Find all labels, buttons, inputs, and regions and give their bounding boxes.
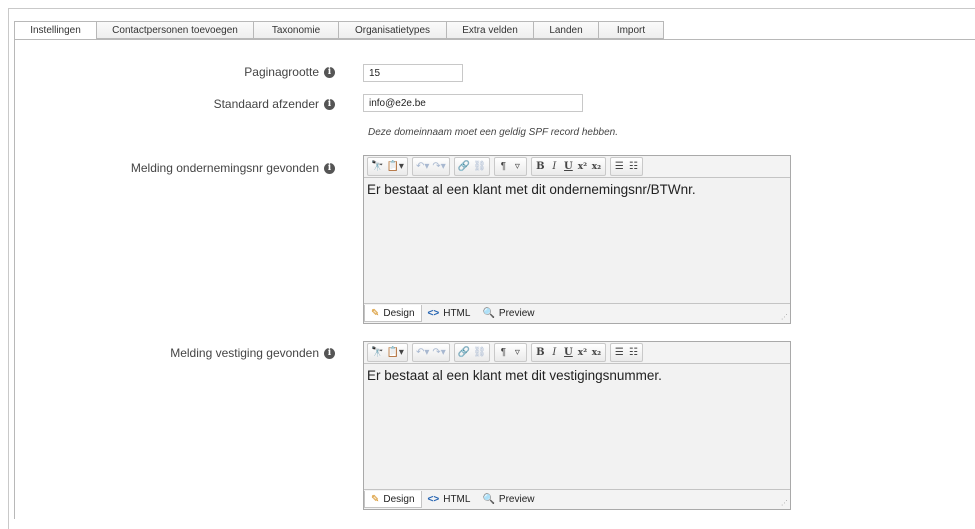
melding-vestiging-label-text: Melding vestiging gevonden <box>170 346 319 360</box>
design-mode-tab[interactable]: ✎ Design <box>364 305 422 322</box>
editor-mode-bar: ✎ Design <> HTML 🔍 Preview ⋰ <box>364 490 790 509</box>
paste-icon[interactable]: 📋▾ <box>386 347 403 358</box>
editor-content[interactable]: Er bestaat al een klant met dit vestigin… <box>364 364 790 490</box>
afzender-label-text: Standaard afzender <box>213 97 319 111</box>
html-mode-tab[interactable]: <> HTML <box>422 491 477 508</box>
subscript-icon[interactable]: x₂ <box>591 348 602 358</box>
code-icon: <> <box>427 494 440 505</box>
clear-format-icon[interactable]: ▿ <box>512 161 523 172</box>
html-mode-label: HTML <box>443 494 471 505</box>
design-mode-label: Design <box>383 493 415 505</box>
tab-bar: Instellingen Contactpersonen toevoegen T… <box>14 21 664 40</box>
resize-grip-icon[interactable]: ⋰ <box>781 313 788 321</box>
preview-mode-tab[interactable]: 🔍 Preview <box>476 305 540 322</box>
editor-toolbar: 🔭 📋▾ ↶▾ ↷▾ 🔗 ⛓ ¶ ▿ B I U x² x₂ ☰ ☷ <box>364 156 790 178</box>
superscript-icon[interactable]: x² <box>577 348 588 358</box>
tab-taxonomie[interactable]: Taxonomie <box>254 21 339 39</box>
preview-mode-tab[interactable]: 🔍 Preview <box>476 491 540 508</box>
underline-icon[interactable]: U <box>563 347 574 358</box>
melding-onderneming-label: Melding ondernemingsnr gevonden i <box>131 161 335 175</box>
superscript-icon[interactable]: x² <box>577 162 588 172</box>
undo-icon[interactable]: ↶▾ <box>416 347 429 358</box>
magnifier-icon: 🔍 <box>482 494 495 505</box>
preview-mode-label: Preview <box>498 308 535 319</box>
paginagrootte-label: Paginagrootte i <box>244 65 335 79</box>
unlink-icon[interactable]: ⛓ <box>473 161 486 172</box>
html-mode-label: HTML <box>443 308 471 319</box>
bold-icon[interactable]: B <box>535 161 546 172</box>
afzender-label: Standaard afzender i <box>214 97 335 111</box>
design-mode-tab[interactable]: ✎ Design <box>364 491 422 508</box>
melding-onderneming-label-text: Melding ondernemingsnr gevonden <box>130 161 319 175</box>
afzender-hint: Deze domeinnaam moet een geldig SPF reco… <box>368 127 618 138</box>
editor-toolbar: 🔭 📋▾ ↶▾ ↷▾ 🔗 ⛓ ¶ ▿ B I U x² x₂ ☰ ☷ <box>364 342 790 364</box>
find-icon[interactable]: 🔭 <box>371 347 383 358</box>
bold-icon[interactable]: B <box>535 347 546 358</box>
underline-icon[interactable]: U <box>563 161 574 172</box>
link-icon[interactable]: 🔗 <box>458 347 470 358</box>
ordered-list-icon[interactable]: ☰ <box>614 347 625 358</box>
preview-mode-label: Preview <box>498 494 535 505</box>
pencil-icon: ✎ <box>371 493 380 505</box>
paragraph-icon[interactable]: ¶ <box>498 347 509 358</box>
editor-mode-bar: ✎ Design <> HTML 🔍 Preview ⋰ <box>364 304 790 323</box>
tab-landen[interactable]: Landen <box>534 21 599 39</box>
tab-import[interactable]: Import <box>599 21 664 39</box>
design-mode-label: Design <box>383 307 415 319</box>
paste-icon[interactable]: 📋▾ <box>386 161 403 172</box>
unlink-icon[interactable]: ⛓ <box>473 347 486 358</box>
ordered-list-icon[interactable]: ☰ <box>614 161 625 172</box>
info-icon[interactable]: i <box>324 98 335 110</box>
italic-icon[interactable]: I <box>549 347 560 358</box>
magnifier-icon: 🔍 <box>482 308 495 319</box>
bullet-list-icon[interactable]: ☷ <box>628 161 639 172</box>
italic-icon[interactable]: I <box>549 161 560 172</box>
redo-icon[interactable]: ↷▾ <box>432 161 445 172</box>
info-icon[interactable]: i <box>324 66 335 78</box>
editor-content[interactable]: Er bestaat al een klant met dit ondernem… <box>364 178 790 304</box>
code-icon: <> <box>427 308 440 319</box>
resize-grip-icon[interactable]: ⋰ <box>781 499 788 507</box>
undo-icon[interactable]: ↶▾ <box>416 161 429 172</box>
paginagrootte-label-text: Paginagrootte <box>244 65 319 79</box>
info-icon[interactable]: i <box>324 347 335 359</box>
editor-vestiging: 🔭 📋▾ ↶▾ ↷▾ 🔗 ⛓ ¶ ▿ B I U x² x₂ ☰ ☷ Er be… <box>363 341 791 510</box>
link-icon[interactable]: 🔗 <box>458 161 470 172</box>
paginagrootte-input[interactable]: 15 <box>363 64 463 82</box>
info-icon[interactable]: i <box>324 162 335 174</box>
tab-organisatietypes[interactable]: Organisatietypes <box>339 21 447 39</box>
html-mode-tab[interactable]: <> HTML <box>422 305 477 322</box>
bullet-list-icon[interactable]: ☷ <box>628 347 639 358</box>
melding-vestiging-label: Melding vestiging gevonden i <box>170 346 335 360</box>
editor-onderneming: 🔭 📋▾ ↶▾ ↷▾ 🔗 ⛓ ¶ ▿ B I U x² x₂ ☰ ☷ Er be… <box>363 155 791 324</box>
tab-instellingen[interactable]: Instellingen <box>14 21 97 40</box>
redo-icon[interactable]: ↷▾ <box>432 347 445 358</box>
tab-contactpersonen-toevoegen[interactable]: Contactpersonen toevoegen <box>97 21 254 39</box>
find-icon[interactable]: 🔭 <box>371 161 383 172</box>
paragraph-icon[interactable]: ¶ <box>498 161 509 172</box>
clear-format-icon[interactable]: ▿ <box>512 347 523 358</box>
pencil-icon: ✎ <box>371 307 380 319</box>
afzender-input[interactable]: info@e2e.be <box>363 94 583 112</box>
subscript-icon[interactable]: x₂ <box>591 162 602 172</box>
tab-extra-velden[interactable]: Extra velden <box>447 21 534 39</box>
